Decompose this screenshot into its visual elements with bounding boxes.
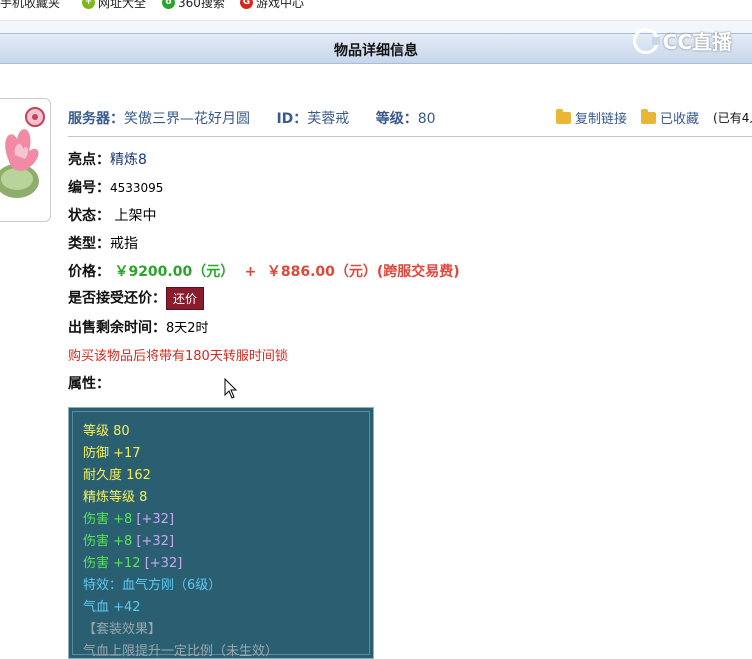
price-label: 价格：: [68, 264, 110, 280]
item-summary-line: 服务器：笑傲三界—花好月圆 ID：芙蓉戒 等级：80: [68, 108, 458, 128]
number-row: 编号：4533095: [68, 177, 163, 197]
highlight-value: 精炼8: [110, 152, 147, 168]
type-label: 类型：: [68, 236, 110, 252]
folder-icon: [556, 108, 571, 124]
360-icon: o: [162, 0, 175, 9]
attr-defense: 防御 +17: [83, 446, 141, 461]
status-label: 状态：: [68, 208, 110, 224]
attr-damage-2: 伤害 +8 [+32]: [83, 530, 174, 549]
level-value: 80: [417, 111, 436, 127]
attributes-label: 属性：: [68, 376, 110, 392]
status-row: 状态： 上架中: [68, 205, 156, 225]
bookmarks-bar: 手机收藏夹 + 网址大全 o 360搜索 G 游戏中心: [0, 0, 752, 21]
server-info: 服务器：笑傲三界—花好月圆: [68, 111, 250, 127]
lotus-ring-icon: [0, 107, 45, 198]
favorited-label: 已收藏: [660, 112, 700, 127]
remaining-label: 出售剩余时间：: [68, 320, 166, 336]
attr-damage-value: 伤害 +8: [83, 534, 133, 549]
attributes-panel: 等级 80 防御 +17 耐久度 162 精炼等级 8 伤害 +8 [+32] …: [68, 407, 374, 659]
level-label: 等级：: [375, 111, 418, 127]
remaining-value: 8天2时: [166, 321, 209, 336]
bargain-button[interactable]: 还价: [166, 287, 205, 310]
bargain-label: 是否接受还价：: [68, 290, 166, 307]
attr-refine: 精炼等级 8: [83, 490, 148, 505]
attr-hp: 气血 +42: [83, 600, 141, 615]
bookmark-label: 游戏中心: [256, 0, 305, 10]
attr-damage-value: 伤害 +12: [83, 556, 141, 571]
attr-durability: 耐久度 162: [83, 468, 151, 483]
level-info: 等级：80: [376, 111, 436, 127]
id-label: ID：: [276, 111, 308, 127]
attr-damage-extra: [+32]: [136, 534, 175, 549]
game-icon: G: [240, 0, 253, 9]
attr-level: 等级 80: [83, 424, 130, 439]
price-plus: +: [244, 264, 257, 280]
bookmark-game-center[interactable]: G 游戏中心: [240, 0, 304, 10]
cc-logo-icon: [632, 27, 660, 54]
item-image: [0, 98, 51, 222]
remaining-time-row: 出售剩余时间：8天2时: [68, 317, 209, 337]
price-row: 价格： ￥9200.00（元） + ￥886.00（元）(跨服交易费): [68, 261, 460, 281]
server-value: 笑傲三界—花好月圆: [124, 111, 250, 127]
type-row: 类型：戒指: [68, 233, 138, 253]
attr-set-effect-heading: 【套装效果】: [83, 622, 162, 637]
transfer-lock-notice: 购买该物品后将带有180天转服时间锁: [68, 349, 288, 364]
title-bar: 物品详细信息 CC直播: [0, 27, 752, 64]
bookmark-label: 360搜索: [178, 0, 225, 10]
status-value: 上架中: [114, 208, 157, 224]
type-value: 戒指: [110, 236, 138, 252]
id-info: ID：芙蓉戒: [276, 111, 349, 127]
attr-damage-extra: [+32]: [136, 512, 175, 527]
favorite-count: (已有4人: [713, 111, 752, 125]
number-label: 编号：: [68, 180, 110, 196]
folder-star-icon: [641, 108, 657, 124]
copy-link-button[interactable]: 复制链接: [556, 108, 627, 127]
mouse-cursor-icon: [224, 378, 238, 399]
item-actions: 复制链接 已收藏 (已有4人: [556, 108, 752, 127]
copy-link-label: 复制链接: [575, 112, 628, 127]
favorited-button[interactable]: 已收藏: [641, 108, 699, 127]
cross-server-fee: ￥886.00（元）(跨服交易费): [266, 264, 460, 280]
attr-damage-3: 伤害 +12 [+32]: [83, 552, 182, 571]
bookmark-mobile-favorites[interactable]: 手机收藏夹: [0, 0, 60, 10]
attr-damage-extra: [+32]: [144, 556, 183, 571]
attr-special-effect: 特效：血气方刚（6级）: [83, 578, 222, 593]
cc-live-watermark: CC直播: [632, 26, 732, 55]
attributes-heading: 属性：: [68, 373, 110, 393]
bookmark-url-directory[interactable]: + 网址大全: [82, 0, 146, 10]
bookmark-label: 网址大全: [98, 0, 147, 10]
attr-damage-value: 伤害 +8: [83, 512, 133, 527]
number-value: 4533095: [110, 181, 164, 195]
server-label: 服务器：: [68, 111, 124, 127]
bargain-row: 是否接受还价： 还价: [68, 287, 205, 310]
divider: [68, 136, 752, 137]
highlight-label: 亮点：: [68, 152, 110, 168]
attr-damage-1: 伤害 +8 [+32]: [83, 508, 174, 527]
id-value: 芙蓉戒: [307, 111, 350, 127]
price-value: ￥9200.00（元）: [114, 264, 235, 280]
bookmark-360-search[interactable]: o 360搜索: [162, 0, 225, 10]
plus-icon: +: [82, 0, 95, 9]
highlight-row: 亮点：精炼8: [68, 149, 147, 169]
watermark-text: CC直播: [662, 30, 732, 54]
bookmark-label: 手机收藏夹: [0, 0, 61, 10]
